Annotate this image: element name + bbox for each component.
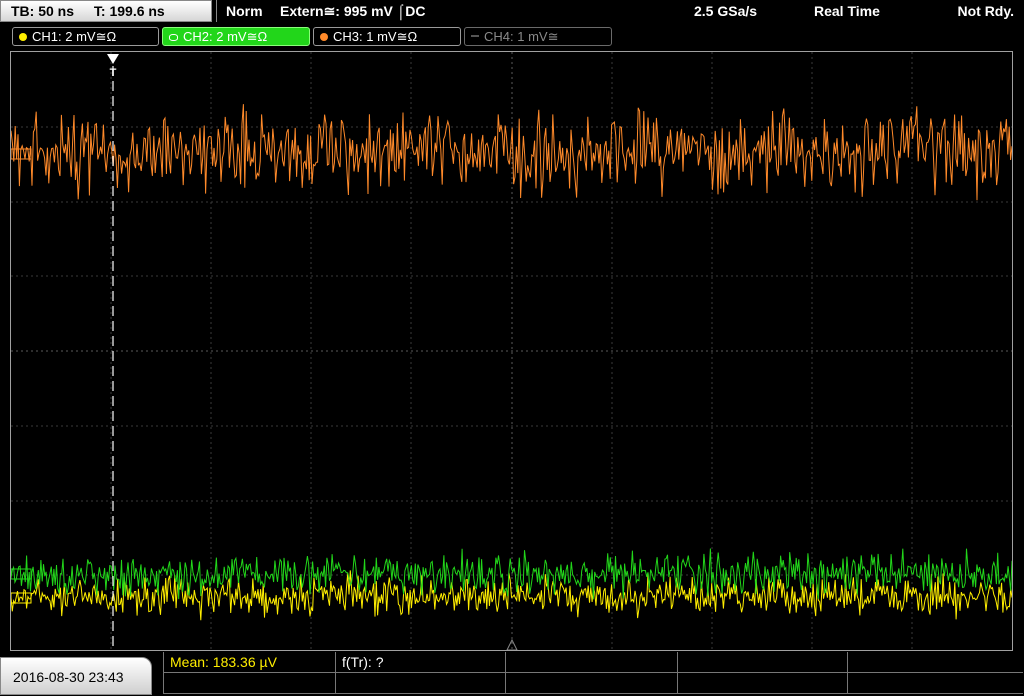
divider <box>216 0 217 22</box>
trigger-time-value: T: 199.6 ns <box>93 3 165 19</box>
datetime-display: 2016-08-30 23:43 <box>0 657 152 695</box>
channel-3-label: CH3: 1 mV≅Ω <box>333 29 418 44</box>
acquisition-status: Not Rdy. <box>957 3 1014 19</box>
measurement-slot-7[interactable] <box>335 673 505 694</box>
measurement-slot-8[interactable] <box>505 673 677 694</box>
measurement-mean[interactable]: Mean: 183.36 µV <box>163 652 335 673</box>
channel-4-label: CH4: 1 mV≅ <box>484 29 559 44</box>
channel-bar: CH1: 2 mV≅Ω CH2: 2 mV≅Ω CH3: 1 mV≅Ω CH4:… <box>0 26 1024 48</box>
trigger-mode[interactable]: Norm <box>226 0 263 22</box>
channel-2-label: CH2: 2 mV≅Ω <box>183 29 268 44</box>
trigger-label: T <box>110 67 117 79</box>
measurement-f-tr[interactable]: f(Tr): ? <box>335 652 505 673</box>
channel-3-dot-icon <box>320 33 328 41</box>
channel-1-dot-icon <box>19 33 27 41</box>
channel-3-button[interactable]: CH3: 1 mV≅Ω <box>313 27 461 46</box>
acquisition-mode[interactable]: Real Time <box>814 0 880 22</box>
measurement-slot-4[interactable] <box>677 652 847 673</box>
measurement-slot-6[interactable] <box>163 673 335 694</box>
timebase-panel[interactable]: TB: 50 ns T: 199.6 ns <box>0 0 212 22</box>
measurement-panel: Mean: 183.36 µV f(Tr): ? <box>163 652 1023 695</box>
trigger-arrow-icon <box>107 54 119 64</box>
waveform-display[interactable]: T <box>10 51 1013 651</box>
measurement-slot-9[interactable] <box>677 673 847 694</box>
measurement-slot-3[interactable] <box>505 652 677 673</box>
timebase-value: TB: 50 ns <box>11 3 75 19</box>
trigger-source[interactable]: Extern≅: 995 mV ⌠DC <box>280 0 425 22</box>
channel-4-dot-icon <box>471 35 479 37</box>
waveform-canvas: T <box>11 52 1012 650</box>
sample-rate[interactable]: 2.5 GSa/s <box>694 0 757 22</box>
channel-2-button[interactable]: CH2: 2 mV≅Ω <box>162 27 310 46</box>
channel-4-button[interactable]: CH4: 1 mV≅ <box>464 27 612 46</box>
measurement-slot-5[interactable] <box>847 652 1023 673</box>
channel-2-dot-icon <box>169 34 178 41</box>
status-bar: TB: 50 ns T: 199.6 ns Norm Extern≅: 995 … <box>0 0 1024 24</box>
channel-1-button[interactable]: CH1: 2 mV≅Ω <box>12 27 159 46</box>
channel-1-label: CH1: 2 mV≅Ω <box>32 29 117 44</box>
measurement-slot-10[interactable] <box>847 673 1023 694</box>
